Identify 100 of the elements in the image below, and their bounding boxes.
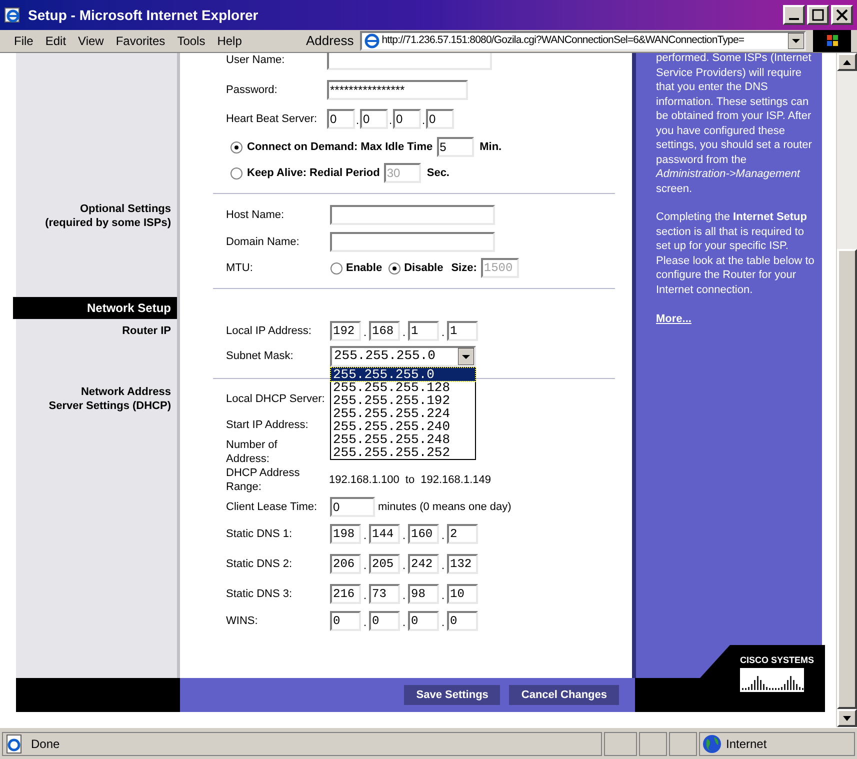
radio-button[interactable] bbox=[230, 140, 243, 154]
menu-item[interactable]: Tools bbox=[171, 32, 212, 50]
list-option[interactable]: 255.255.255.252 bbox=[331, 446, 475, 459]
octet-field[interactable]: 242 bbox=[408, 554, 439, 574]
section-heading: Network Address Server Settings (DHCP) bbox=[48, 385, 172, 413]
dropdown-arrow-icon[interactable] bbox=[788, 33, 804, 49]
octet-separator: . bbox=[401, 588, 407, 604]
octet-separator: . bbox=[362, 616, 368, 630]
octet-field[interactable]: 198 bbox=[330, 524, 361, 544]
dropdown-arrow-icon[interactable] bbox=[458, 348, 474, 364]
radio-label[interactable]: Enable bbox=[346, 260, 382, 276]
close-icon bbox=[836, 9, 848, 21]
minimize-icon bbox=[788, 18, 800, 20]
time-field[interactable]: 5 bbox=[436, 137, 474, 157]
user-name-field[interactable] bbox=[327, 53, 492, 70]
help-text: performed. Some ISPs (Internet Service Providers) will require that you enter the DNS information. These settings can be obtained from your ISP. After you have configured these settings, you should set a router password from the Administration->Management screen. bbox=[656, 53, 813, 196]
radio-label[interactable]: Connect on Demand: Max Idle Time bbox=[247, 138, 433, 156]
octet-field[interactable]: 144 bbox=[369, 524, 400, 544]
octet-field[interactable]: 0 bbox=[330, 611, 361, 631]
radio-button[interactable] bbox=[388, 262, 402, 274]
unit-label: Sec. bbox=[426, 166, 450, 181]
address-label: Address bbox=[306, 32, 354, 50]
domain-name-field[interactable] bbox=[330, 232, 495, 252]
octet-field[interactable]: 98 bbox=[408, 584, 439, 604]
octet-field[interactable]: 0 bbox=[360, 109, 388, 129]
octet-field[interactable]: 206 bbox=[330, 554, 361, 574]
octet-field[interactable]: 10 bbox=[447, 584, 478, 604]
cisco-logo: CISCO SYSTEMS bbox=[740, 655, 814, 692]
host-name-field[interactable] bbox=[330, 205, 495, 225]
action-button[interactable]: Cancel Changes bbox=[509, 685, 619, 705]
action-button[interactable]: Save Settings bbox=[404, 685, 500, 705]
address-field[interactable]: http://71.236.57.151:8080/Gozila.cgi?WANConnectionSel=6&WANConnectionType= bbox=[360, 31, 806, 51]
octet-separator: . bbox=[401, 528, 407, 544]
octet-field[interactable]: 0 bbox=[327, 109, 355, 129]
menu-item[interactable]: View bbox=[72, 32, 110, 50]
octet-separator: . bbox=[355, 114, 360, 128]
octet-field[interactable]: 216 bbox=[330, 584, 361, 604]
octet-field[interactable]: 168 bbox=[369, 321, 400, 341]
scroll-down-icon[interactable] bbox=[843, 716, 851, 720]
maximize-button[interactable] bbox=[807, 5, 829, 25]
octet-separator: . bbox=[401, 558, 407, 574]
scroll-thumb[interactable] bbox=[837, 249, 857, 709]
octet-field[interactable]: 0 bbox=[426, 109, 454, 129]
section-heading: Optional Settings (required by some ISPs) bbox=[45, 202, 172, 230]
list-option[interactable]: 255.255.255.240 bbox=[331, 420, 475, 433]
windows-logo-icon bbox=[812, 30, 851, 52]
menu-item[interactable]: Edit bbox=[39, 32, 72, 50]
minimize-button[interactable] bbox=[783, 5, 805, 25]
field-label: DHCP Address Range: bbox=[226, 466, 301, 494]
field-label: Static DNS 1: bbox=[226, 527, 294, 541]
field-label: MTU: bbox=[226, 261, 254, 275]
octet-field[interactable]: 160 bbox=[408, 524, 439, 544]
octet-separator: . bbox=[362, 528, 368, 544]
octet-field[interactable]: 1 bbox=[447, 321, 478, 341]
lease-note: minutes (0 means one day) bbox=[378, 500, 512, 515]
field-label: Local DHCP Server: bbox=[226, 392, 326, 406]
field-label: Domain Name: bbox=[226, 235, 300, 249]
list-option[interactable]: 255.255.255.248 bbox=[331, 433, 475, 446]
subnet-mask-select[interactable]: 255.255.255.0 bbox=[330, 346, 476, 366]
octet-field[interactable]: 1 bbox=[408, 321, 439, 341]
status-pane bbox=[669, 732, 697, 756]
menu-item[interactable]: Favorites bbox=[110, 32, 172, 50]
octet-separator: . bbox=[440, 588, 446, 604]
lease-time-field[interactable]: 0 bbox=[330, 497, 375, 517]
list-option[interactable]: 255.255.255.192 bbox=[331, 394, 475, 407]
size-label: Size: bbox=[451, 260, 477, 276]
octet-separator: . bbox=[440, 558, 446, 574]
octet-field[interactable]: 0 bbox=[393, 109, 421, 129]
menu-item[interactable]: File bbox=[8, 32, 40, 50]
list-option[interactable]: 255.255.255.224 bbox=[331, 407, 475, 420]
more-link[interactable]: More... bbox=[656, 311, 816, 328]
octet-field[interactable]: 205 bbox=[369, 554, 400, 574]
maximize-icon bbox=[812, 9, 824, 21]
octet-field[interactable]: 0 bbox=[447, 611, 478, 631]
radio-label[interactable]: Disable bbox=[404, 260, 444, 276]
scrollbar[interactable] bbox=[836, 53, 857, 727]
octet-field[interactable]: 73 bbox=[369, 584, 400, 604]
octet-separator: . bbox=[440, 528, 446, 544]
radio-button[interactable] bbox=[330, 262, 343, 274]
browser-icon bbox=[4, 6, 22, 24]
octet-separator: . bbox=[440, 616, 446, 630]
field-label: Static DNS 3: bbox=[226, 587, 294, 601]
octet-separator: . bbox=[401, 616, 407, 630]
field-label: Static DNS 2: bbox=[226, 557, 294, 571]
octet-field[interactable]: 0 bbox=[408, 611, 439, 631]
list-option[interactable]: 255.255.255.128 bbox=[331, 381, 475, 394]
field-label: Heart Beat Server: bbox=[226, 112, 318, 126]
status-text: Done bbox=[31, 736, 60, 752]
list-option[interactable]: 255.255.255.0 bbox=[331, 368, 475, 381]
octet-field[interactable]: 0 bbox=[369, 611, 400, 631]
field-label: Client Lease Time: bbox=[226, 500, 318, 514]
menu-item[interactable]: Help bbox=[211, 32, 248, 50]
section-title: Network Setup bbox=[86, 300, 171, 317]
close-button[interactable] bbox=[831, 5, 853, 25]
scroll-up-icon[interactable] bbox=[843, 60, 851, 64]
octet-field[interactable]: 2 bbox=[447, 524, 478, 544]
octet-field[interactable]: 132 bbox=[447, 554, 478, 574]
octet-separator: . bbox=[362, 326, 368, 340]
octet-field[interactable]: 192 bbox=[330, 321, 361, 341]
password-field[interactable]: **************** bbox=[327, 80, 468, 100]
